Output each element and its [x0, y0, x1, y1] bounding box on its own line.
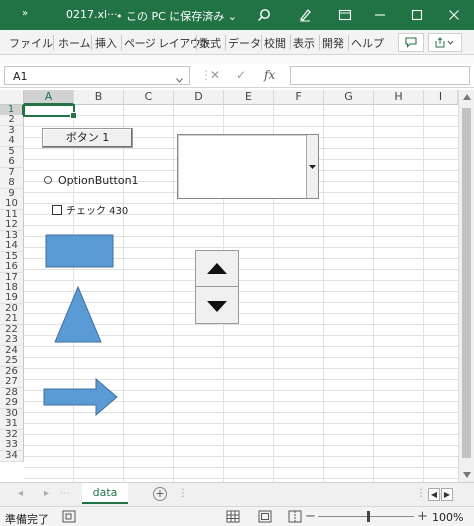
status-ready: 準備完了 [5, 513, 49, 526]
cancel-icon[interactable]: ✕ [210, 68, 220, 82]
normal-view-icon[interactable] [226, 510, 240, 523]
tab-separator [121, 35, 122, 50]
triangle-down-icon [207, 300, 227, 312]
zoom-level[interactable]: 100% [432, 511, 463, 524]
tab-separator [348, 35, 349, 50]
close-icon[interactable] [443, 4, 465, 26]
zoom-in-button[interactable]: + [417, 509, 428, 524]
combo-dropdown-button[interactable] [306, 135, 318, 198]
chevron-down-icon[interactable] [176, 73, 183, 86]
insert-function-icon[interactable]: fx [264, 68, 275, 82]
checkbox-430[interactable]: チェック 430 [52, 202, 128, 217]
option-button-label: OptionButton1 [58, 173, 139, 187]
status-bar: 準備完了 − + 100% [0, 506, 474, 526]
more-icon: ⋮ [178, 488, 188, 499]
name-box[interactable]: A1 [4, 66, 190, 85]
spin-up-button[interactable] [196, 251, 238, 287]
maximize-icon[interactable] [406, 4, 428, 26]
minimize-icon[interactable] [369, 4, 391, 26]
tab-separator [53, 35, 54, 50]
more-icon: ⋮ [416, 488, 426, 499]
ribbon-display-icon[interactable] [334, 4, 356, 26]
tab-page-layout[interactable]: ページ レイアウト [124, 35, 211, 51]
column-header-e[interactable]: E [224, 90, 274, 105]
tab-insert[interactable]: 挿入 [95, 35, 117, 51]
save-status[interactable]: • この PC に保存済み ⌄ [116, 8, 237, 24]
page-break-view-icon[interactable] [288, 510, 302, 523]
tab-separator [91, 35, 92, 50]
tab-file[interactable]: ファイル [9, 35, 53, 51]
tab-formulas[interactable]: 数式 [199, 35, 221, 51]
sheet-tab-data[interactable]: data [82, 483, 128, 504]
ribbon-tabs: ファイル ホーム 挿入 ページ レイアウト 数式 データ 校閲 表示 開発 ヘル… [0, 30, 474, 55]
column-header-h[interactable]: H [374, 90, 424, 105]
search-icon[interactable] [253, 4, 275, 26]
column-header-d[interactable]: D [174, 90, 224, 105]
sheet-prev-icon[interactable]: ◂ [18, 488, 23, 499]
tab-separator [319, 35, 320, 50]
tab-developer[interactable]: 開発 [322, 35, 344, 51]
pen-icon[interactable] [294, 4, 316, 26]
select-all-corner[interactable] [0, 90, 24, 105]
row-header-34[interactable]: 34 [0, 451, 24, 462]
scroll-down-icon[interactable] [463, 472, 471, 478]
sheet-tab-bar: ◂ ▸ ⋯ data + ⋮ ⋮ ◀ ▶ [0, 482, 474, 506]
title-bar: » 0217.xl··· • この PC に保存済み ⌄ [0, 0, 474, 30]
column-header-f[interactable]: F [274, 90, 324, 105]
macro-record-icon[interactable] [62, 510, 76, 523]
column-header-b[interactable]: B [74, 90, 124, 105]
ribbon-collapsed-area [0, 55, 474, 64]
name-box-value: A1 [13, 70, 28, 83]
tab-help[interactable]: ヘルプ [351, 35, 384, 51]
triangle-shape[interactable] [54, 286, 102, 344]
spin-button[interactable] [195, 250, 239, 324]
active-cell-a1[interactable] [23, 104, 77, 119]
page-layout-view-icon[interactable] [258, 510, 272, 523]
scroll-up-icon[interactable] [463, 94, 471, 100]
tab-data[interactable]: データ [228, 35, 261, 51]
file-name: 0217.xl··· [66, 8, 118, 21]
scrollbar-thumb[interactable] [462, 108, 471, 458]
comments-button[interactable] [398, 33, 424, 52]
formula-bar: A1 ⋮ ✕ ✓ fx [0, 64, 474, 88]
checkbox-label: チェック 430 [66, 206, 129, 217]
column-header-c[interactable]: C [124, 90, 174, 105]
tab-home[interactable]: ホーム [58, 35, 91, 51]
tab-review[interactable]: 校閲 [264, 35, 286, 51]
tab-separator [290, 35, 291, 50]
more-sheets-icon[interactable]: ⋯ [60, 488, 70, 499]
zoom-slider-thumb[interactable] [367, 511, 370, 522]
spin-down-button[interactable] [196, 288, 238, 324]
rectangle-shape[interactable] [45, 234, 115, 269]
radio-circle[interactable] [44, 176, 52, 184]
caret-down-icon [309, 164, 316, 169]
zoom-slider[interactable] [318, 516, 414, 517]
formula-buttons: ⋮ ✕ ✓ fx [196, 66, 288, 85]
hscroll-left-icon[interactable]: ◀ [428, 488, 440, 501]
combo-box[interactable] [177, 134, 319, 199]
column-header-a[interactable]: A [24, 90, 74, 105]
tab-view[interactable]: 表示 [293, 35, 315, 51]
tab-separator [225, 35, 226, 50]
zoom-out-button[interactable]: − [305, 509, 316, 524]
tab-separator [261, 35, 262, 50]
enter-icon[interactable]: ✓ [236, 68, 246, 82]
sheet-next-icon[interactable]: ▸ [44, 488, 49, 499]
form-button-1[interactable]: ボタン 1 [42, 128, 133, 148]
share-button[interactable] [428, 33, 462, 52]
quick-access-chevron[interactable]: » [22, 8, 28, 19]
tab-separator [196, 35, 197, 50]
column-header-i[interactable]: I [424, 90, 458, 105]
hscroll-right-icon[interactable]: ▶ [441, 488, 453, 501]
checkbox-box[interactable] [52, 204, 62, 215]
column-header-g[interactable]: G [324, 90, 374, 105]
arrow-right-shape[interactable] [43, 378, 119, 416]
formula-input[interactable] [290, 66, 470, 85]
triangle-up-icon [207, 263, 227, 274]
option-button-1[interactable]: OptionButton1 [44, 172, 139, 188]
vertical-scrollbar[interactable] [458, 90, 474, 482]
add-sheet-button[interactable]: + [153, 487, 167, 501]
